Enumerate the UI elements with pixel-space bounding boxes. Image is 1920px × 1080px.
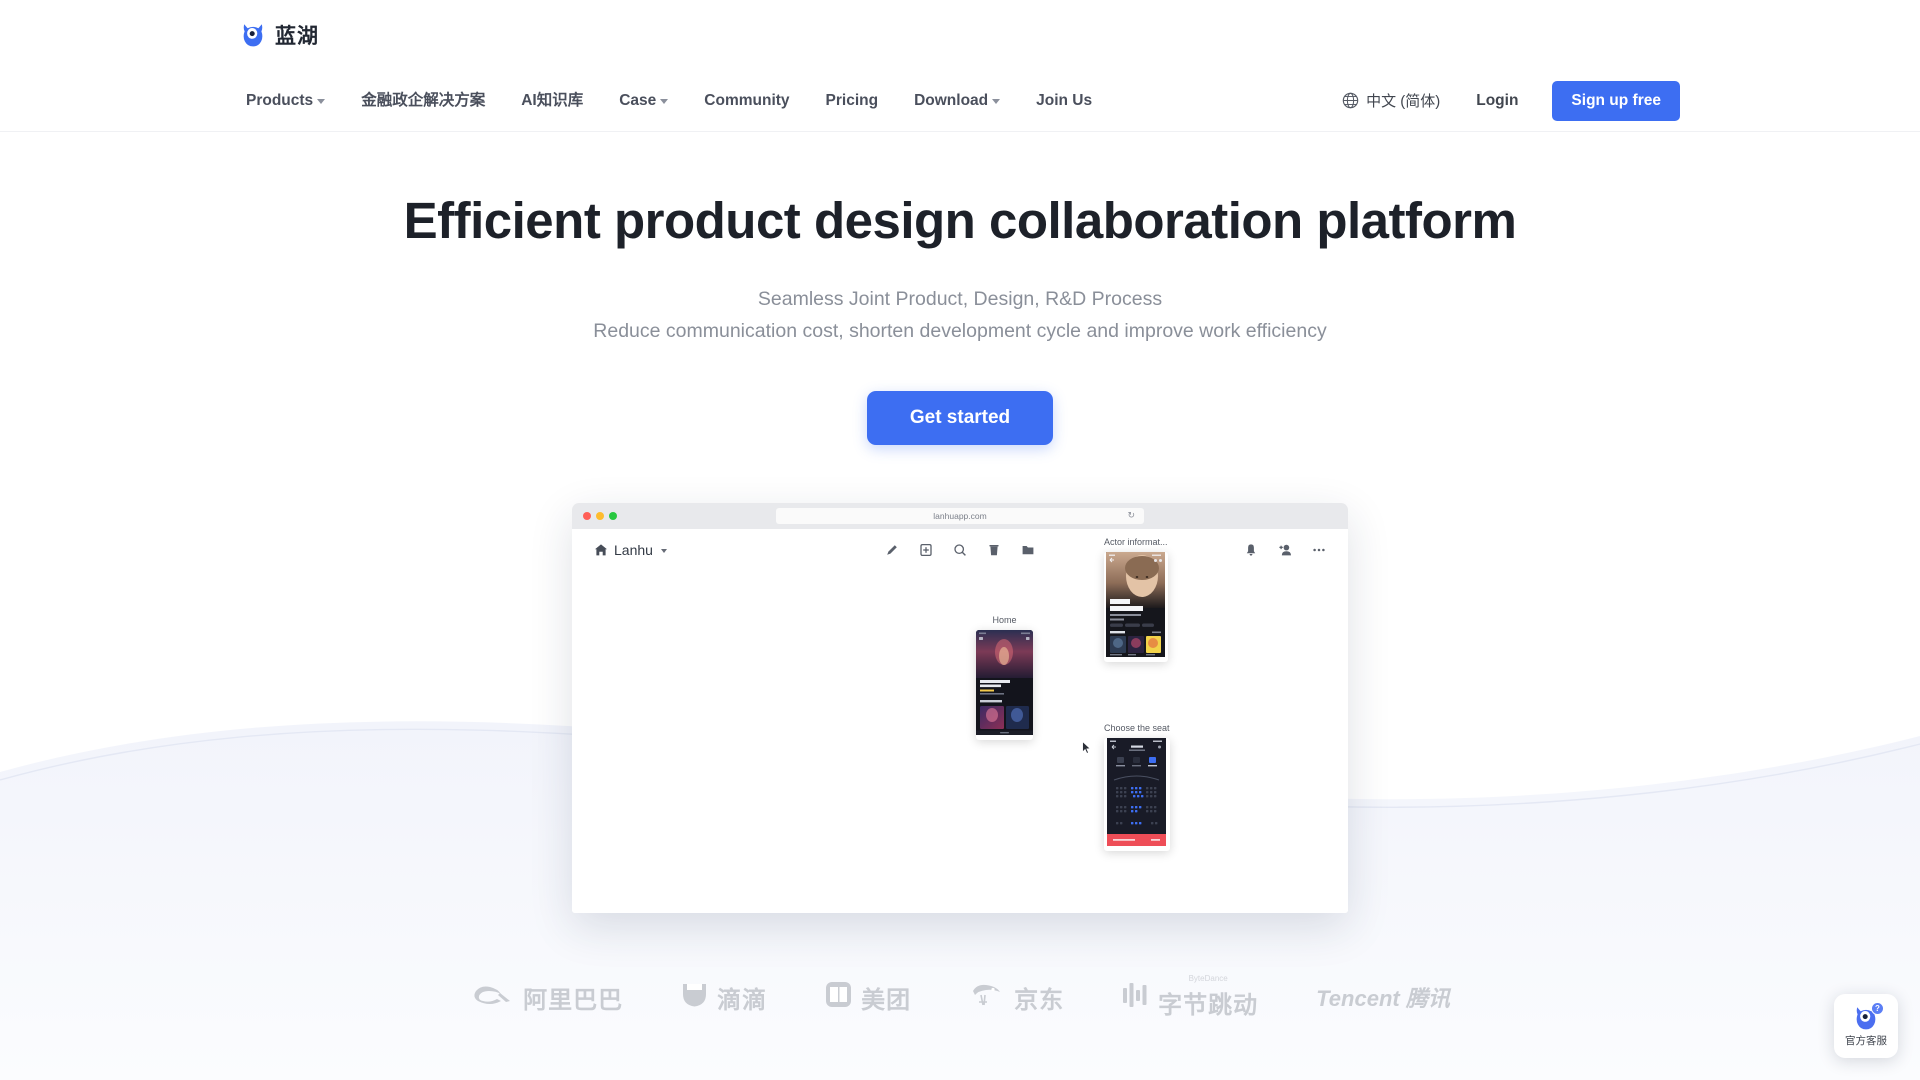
delete-icon[interactable] [987, 543, 1001, 557]
artboard-card-seat[interactable]: Choose the seat [1104, 723, 1170, 851]
hero-subtitle-primary: Seamless Joint Product, Design, R&D Proc… [757, 287, 1163, 310]
page-title: Efficient product design collaboration p… [403, 192, 1517, 249]
login-link[interactable]: Login [1476, 92, 1552, 110]
nav-item-case[interactable]: Case [601, 93, 686, 109]
refresh-icon[interactable]: ↻ [1127, 511, 1135, 520]
product-screenshot-mockup: lanhuapp.com ↻ Lanhu Home Actor informat… [572, 502, 1348, 913]
client-name: 阿里巴巴 [523, 986, 624, 1014]
didi-logo-icon [681, 981, 708, 1014]
browser-address-bar[interactable]: lanhuapp.com ↻ [776, 507, 1144, 524]
address-bar-url: lanhuapp.com [933, 510, 987, 521]
add-member-icon[interactable] [1278, 543, 1292, 557]
language-selector[interactable]: 中文 (简体) [1342, 90, 1476, 111]
chevron-down-icon [660, 548, 667, 553]
client-name: 美团 [861, 986, 912, 1014]
phone-mockup-actor [1104, 551, 1168, 662]
artboard-card-actor[interactable]: Actor informat... [1104, 537, 1168, 662]
client-name: Tencent 腾讯 [1316, 986, 1450, 1011]
home-icon [594, 543, 608, 557]
client-name: 滴滴 [717, 986, 768, 1014]
hero-section: Efficient product design collaboration p… [0, 132, 1920, 1080]
client-logo-meituan: 美团 [825, 976, 911, 1018]
more-icon[interactable] [1312, 543, 1326, 557]
mouse-cursor-icon [1082, 740, 1092, 754]
project-home-selector[interactable]: Lanhu [594, 542, 667, 558]
nav-label: AI知识库 [521, 91, 584, 109]
artboard-card-home[interactable]: Home [976, 615, 1033, 740]
nav-item-finance-solutions[interactable]: 金融政企解决方案 [343, 93, 503, 109]
maximize-window-dot[interactable] [609, 511, 617, 520]
nav-item-pricing[interactable]: Pricing [808, 93, 897, 109]
brand-logo[interactable]: 蓝湖 [240, 20, 319, 50]
artboard-label: Home [992, 614, 1017, 625]
top-logo-bar: 蓝湖 [0, 0, 1920, 70]
client-logos-strip: 阿里巴巴 滴滴 美团 京东 ByteDance 字节跳动 Tencent 腾讯 [0, 973, 1920, 1020]
app-actions-group [1244, 543, 1326, 557]
folder-icon[interactable] [1021, 543, 1035, 557]
nav-item-products[interactable]: Products [246, 93, 343, 109]
client-sup-label: ByteDance [1188, 973, 1228, 983]
nav-label: Join Us [1036, 91, 1093, 109]
nav-item-ai-knowledge-base[interactable]: AI知识库 [503, 93, 601, 109]
owl-mascot-icon: ? [1853, 1001, 1884, 1031]
close-window-dot[interactable] [583, 511, 591, 520]
nav-item-download[interactable]: Download [896, 93, 1018, 109]
artboard-label: Choose the seat [1104, 722, 1170, 733]
bell-icon[interactable] [1244, 543, 1258, 557]
nav-label: 金融政企解决方案 [361, 91, 486, 109]
alibaba-logo-icon [470, 981, 514, 1014]
canvas-tool-group [885, 543, 1035, 557]
main-navigation: Products 金融政企解决方案 AI知识库 Case Community P… [0, 70, 1920, 132]
chevron-down-icon [992, 99, 1001, 104]
phone-mockup-home [976, 629, 1033, 740]
search-icon[interactable] [953, 543, 967, 557]
jd-logo-icon [969, 981, 1005, 1014]
customer-service-label: 官方客服 [1845, 1034, 1887, 1047]
client-logo-tencent: Tencent 腾讯 [1316, 976, 1450, 1018]
client-name: 字节跳动 [1158, 991, 1259, 1019]
signup-button[interactable]: Sign up free [1552, 80, 1680, 121]
nav-label: Pricing [825, 91, 879, 109]
help-badge: ? [1871, 1001, 1884, 1015]
customer-service-widget[interactable]: ? 官方客服 [1834, 994, 1898, 1058]
client-logo-jd: 京东 [969, 976, 1064, 1018]
phone-mockup-seat [1104, 737, 1170, 851]
nav-label: Download [914, 91, 989, 109]
globe-icon [1342, 92, 1359, 109]
nav-actions: 中文 (简体) Login Sign up free [1342, 80, 1680, 121]
pen-icon[interactable] [885, 543, 899, 557]
hero-subtitle-secondary: Reduce communication cost, shorten devel… [593, 319, 1327, 342]
owl-mascot-icon [240, 22, 266, 48]
client-logo-bytedance: ByteDance 字节跳动 [1122, 973, 1259, 1020]
nav-label: Community [704, 91, 790, 109]
artboard-label: Actor informat... [1104, 536, 1168, 547]
add-frame-icon[interactable] [919, 543, 933, 557]
chevron-down-icon [660, 99, 669, 104]
nav-label: Products [246, 91, 314, 109]
browser-chrome: lanhuapp.com ↻ [572, 502, 1348, 529]
traffic-light-buttons [583, 511, 617, 520]
hero-content: Efficient product design collaboration p… [0, 192, 1920, 913]
app-toolbar: Lanhu [572, 529, 1348, 571]
client-name: 京东 [1014, 986, 1065, 1014]
nav-item-community[interactable]: Community [686, 93, 807, 109]
meituan-logo-icon [825, 981, 852, 1013]
minimize-window-dot[interactable] [596, 511, 604, 520]
project-name: Lanhu [614, 541, 653, 558]
nav-item-join-us[interactable]: Join Us [1018, 93, 1110, 109]
client-logo-didi: 滴滴 [681, 976, 767, 1018]
bytedance-logo-icon [1122, 981, 1149, 1014]
language-label: 中文 (简体) [1366, 93, 1441, 110]
app-canvas: Lanhu Home Actor informat... Choose the … [572, 528, 1348, 913]
client-name-stack: ByteDance 字节跳动 [1158, 973, 1259, 1020]
brand-name: 蓝湖 [275, 25, 319, 48]
nav-label: Case [619, 91, 657, 109]
get-started-button[interactable]: Get started [866, 390, 1054, 445]
client-logo-alibaba: 阿里巴巴 [470, 976, 623, 1018]
chevron-down-icon [317, 99, 326, 104]
nav-links: Products 金融政企解决方案 AI知识库 Case Community P… [246, 93, 1110, 109]
cta-container: Get started [0, 390, 1920, 445]
